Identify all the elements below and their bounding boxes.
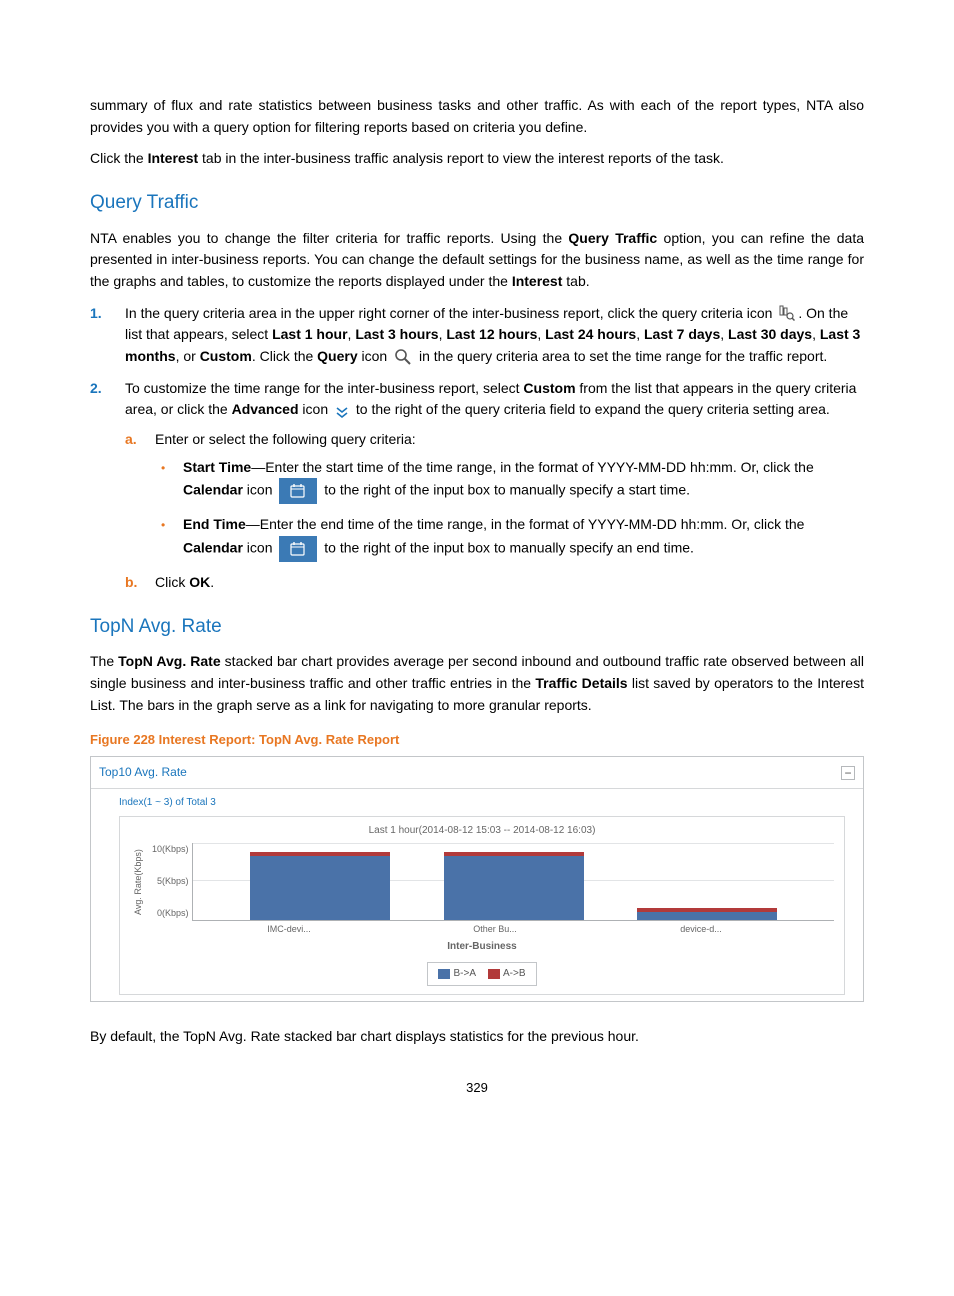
x-axis-labels: IMC-devi... Other Bu... device-d... (130, 921, 834, 937)
chart-panel: Top10 Avg. Rate − Index(1 ~ 3) of Total … (90, 756, 864, 1002)
text: Click the (90, 150, 148, 166)
paragraph: NTA enables you to change the filter cri… (90, 228, 864, 293)
list-item: 2. To customize the time range for the i… (90, 378, 864, 594)
search-icon (394, 348, 412, 366)
bold-text: Calendar (183, 482, 243, 498)
list-item: b. Click OK. (125, 572, 864, 594)
bold-text: Last 12 hours (446, 326, 537, 342)
bold-text: Query Traffic (568, 230, 657, 246)
list-item: End Time—Enter the end time of the time … (155, 514, 864, 562)
text: to the right of the input box to manuall… (324, 540, 694, 556)
query-criteria-icon (779, 305, 795, 321)
text: icon (299, 401, 332, 417)
document-page: summary of flux and rate statistics betw… (90, 95, 864, 1098)
text: Click (155, 574, 189, 590)
bold-text: Start Time (183, 459, 251, 475)
text: In the query criteria area in the upper … (125, 305, 776, 321)
x-tick: Other Bu... (425, 923, 565, 937)
heading-query-traffic: Query Traffic (90, 188, 864, 217)
advanced-icon (335, 404, 349, 418)
paragraph: The TopN Avg. Rate stacked bar chart pro… (90, 651, 864, 716)
list-number: b. (125, 572, 137, 594)
text: , (636, 326, 644, 342)
bullet-list: Start Time—Enter the start time of the t… (155, 457, 864, 562)
chart-body: Last 1 hour(2014-08-12 15:03 -- 2014-08-… (119, 816, 845, 994)
y-axis-ticks: 10(Kbps) 5(Kbps) 0(Kbps) (148, 843, 193, 921)
text: , (720, 326, 728, 342)
calendar-icon (279, 478, 317, 504)
text: , or (176, 348, 200, 364)
calendar-icon (279, 536, 317, 562)
list-item: a. Enter or select the following query c… (125, 429, 864, 562)
x-axis-title: Inter-Business (130, 939, 834, 955)
chart-bar[interactable] (250, 843, 390, 920)
paragraph: summary of flux and rate statistics betw… (90, 95, 864, 138)
chart-title: Top10 Avg. Rate (99, 763, 187, 782)
bold-text: Interest (148, 150, 199, 166)
text: The (90, 653, 118, 669)
paragraph: By default, the TopN Avg. Rate stacked b… (90, 1026, 864, 1048)
legend-item: A->B (488, 966, 526, 982)
bold-text: Advanced (232, 401, 299, 417)
x-tick: IMC-devi... (219, 923, 359, 937)
bold-text: Traffic Details (535, 675, 627, 691)
bold-text: Interest (512, 273, 563, 289)
text: in the query criteria area to set the ti… (419, 348, 827, 364)
bold-text: Last 7 days (644, 326, 720, 342)
text: , (537, 326, 545, 342)
text: NTA enables you to change the filter cri… (90, 230, 568, 246)
y-tick: 0(Kbps) (152, 907, 189, 921)
text: . (210, 574, 214, 590)
bold-text: Last 30 days (728, 326, 812, 342)
text: to the right of the input box to manuall… (324, 482, 690, 498)
list-item: 1. In the query criteria area in the upp… (90, 303, 864, 368)
heading-topn-avg-rate: TopN Avg. Rate (90, 612, 864, 641)
bold-text: Last 1 hour (272, 326, 347, 342)
chart-panel-header: Top10 Avg. Rate − (91, 757, 863, 789)
minimize-icon[interactable]: − (841, 766, 855, 780)
bold-text: End Time (183, 516, 246, 532)
text: icon (358, 348, 391, 364)
text: —Enter the start time of the time range,… (251, 459, 814, 475)
text: icon (243, 540, 276, 556)
list-number: a. (125, 429, 137, 451)
text: . Click the (252, 348, 317, 364)
page-number: 329 (90, 1078, 864, 1098)
text: To customize the time range for the inte… (125, 380, 523, 396)
bold-text: Last 24 hours (545, 326, 636, 342)
text: to the right of the query criteria field… (356, 401, 830, 417)
chart-index-text: Index(1 ~ 3) of Total 3 (91, 789, 863, 813)
chart-plot (192, 843, 834, 921)
ordered-list: 1. In the query criteria area in the upp… (90, 303, 864, 594)
sub-list: a. Enter or select the following query c… (125, 429, 864, 594)
text: —Enter the end time of the time range, i… (246, 516, 805, 532)
bold-text: TopN Avg. Rate (118, 653, 220, 669)
chart-legend: B->A A->B (427, 962, 536, 986)
text: icon (243, 482, 276, 498)
text: , (812, 326, 820, 342)
chart-subtitle: Last 1 hour(2014-08-12 15:03 -- 2014-08-… (130, 823, 834, 839)
bold-text: Calendar (183, 540, 243, 556)
x-tick: device-d... (631, 923, 771, 937)
text: Enter or select the following query crit… (155, 431, 416, 447)
y-tick: 5(Kbps) (152, 875, 189, 889)
text: tab. (562, 273, 589, 289)
bold-text: Custom (200, 348, 252, 364)
list-item: Start Time—Enter the start time of the t… (155, 457, 864, 505)
chart-plot-area: Avg. Rate(Kbps) 10(Kbps) 5(Kbps) 0(Kbps) (130, 843, 834, 921)
y-tick: 10(Kbps) (152, 843, 189, 857)
bold-text: OK (189, 574, 210, 590)
bold-text: Custom (523, 380, 575, 396)
list-number: 1. (90, 303, 102, 325)
figure-caption: Figure 228 Interest Report: TopN Avg. Ra… (90, 730, 864, 750)
text: tab in the inter-business traffic analys… (198, 150, 724, 166)
list-number: 2. (90, 378, 102, 400)
chart-bar[interactable] (444, 843, 584, 920)
bold-text: Last 3 hours (355, 326, 438, 342)
y-axis-label: Avg. Rate(Kbps) (130, 843, 148, 921)
chart-bar[interactable] (637, 843, 777, 920)
legend-item: B->A (438, 966, 476, 982)
paragraph: Click the Interest tab in the inter-busi… (90, 148, 864, 170)
bold-text: Query (317, 348, 357, 364)
